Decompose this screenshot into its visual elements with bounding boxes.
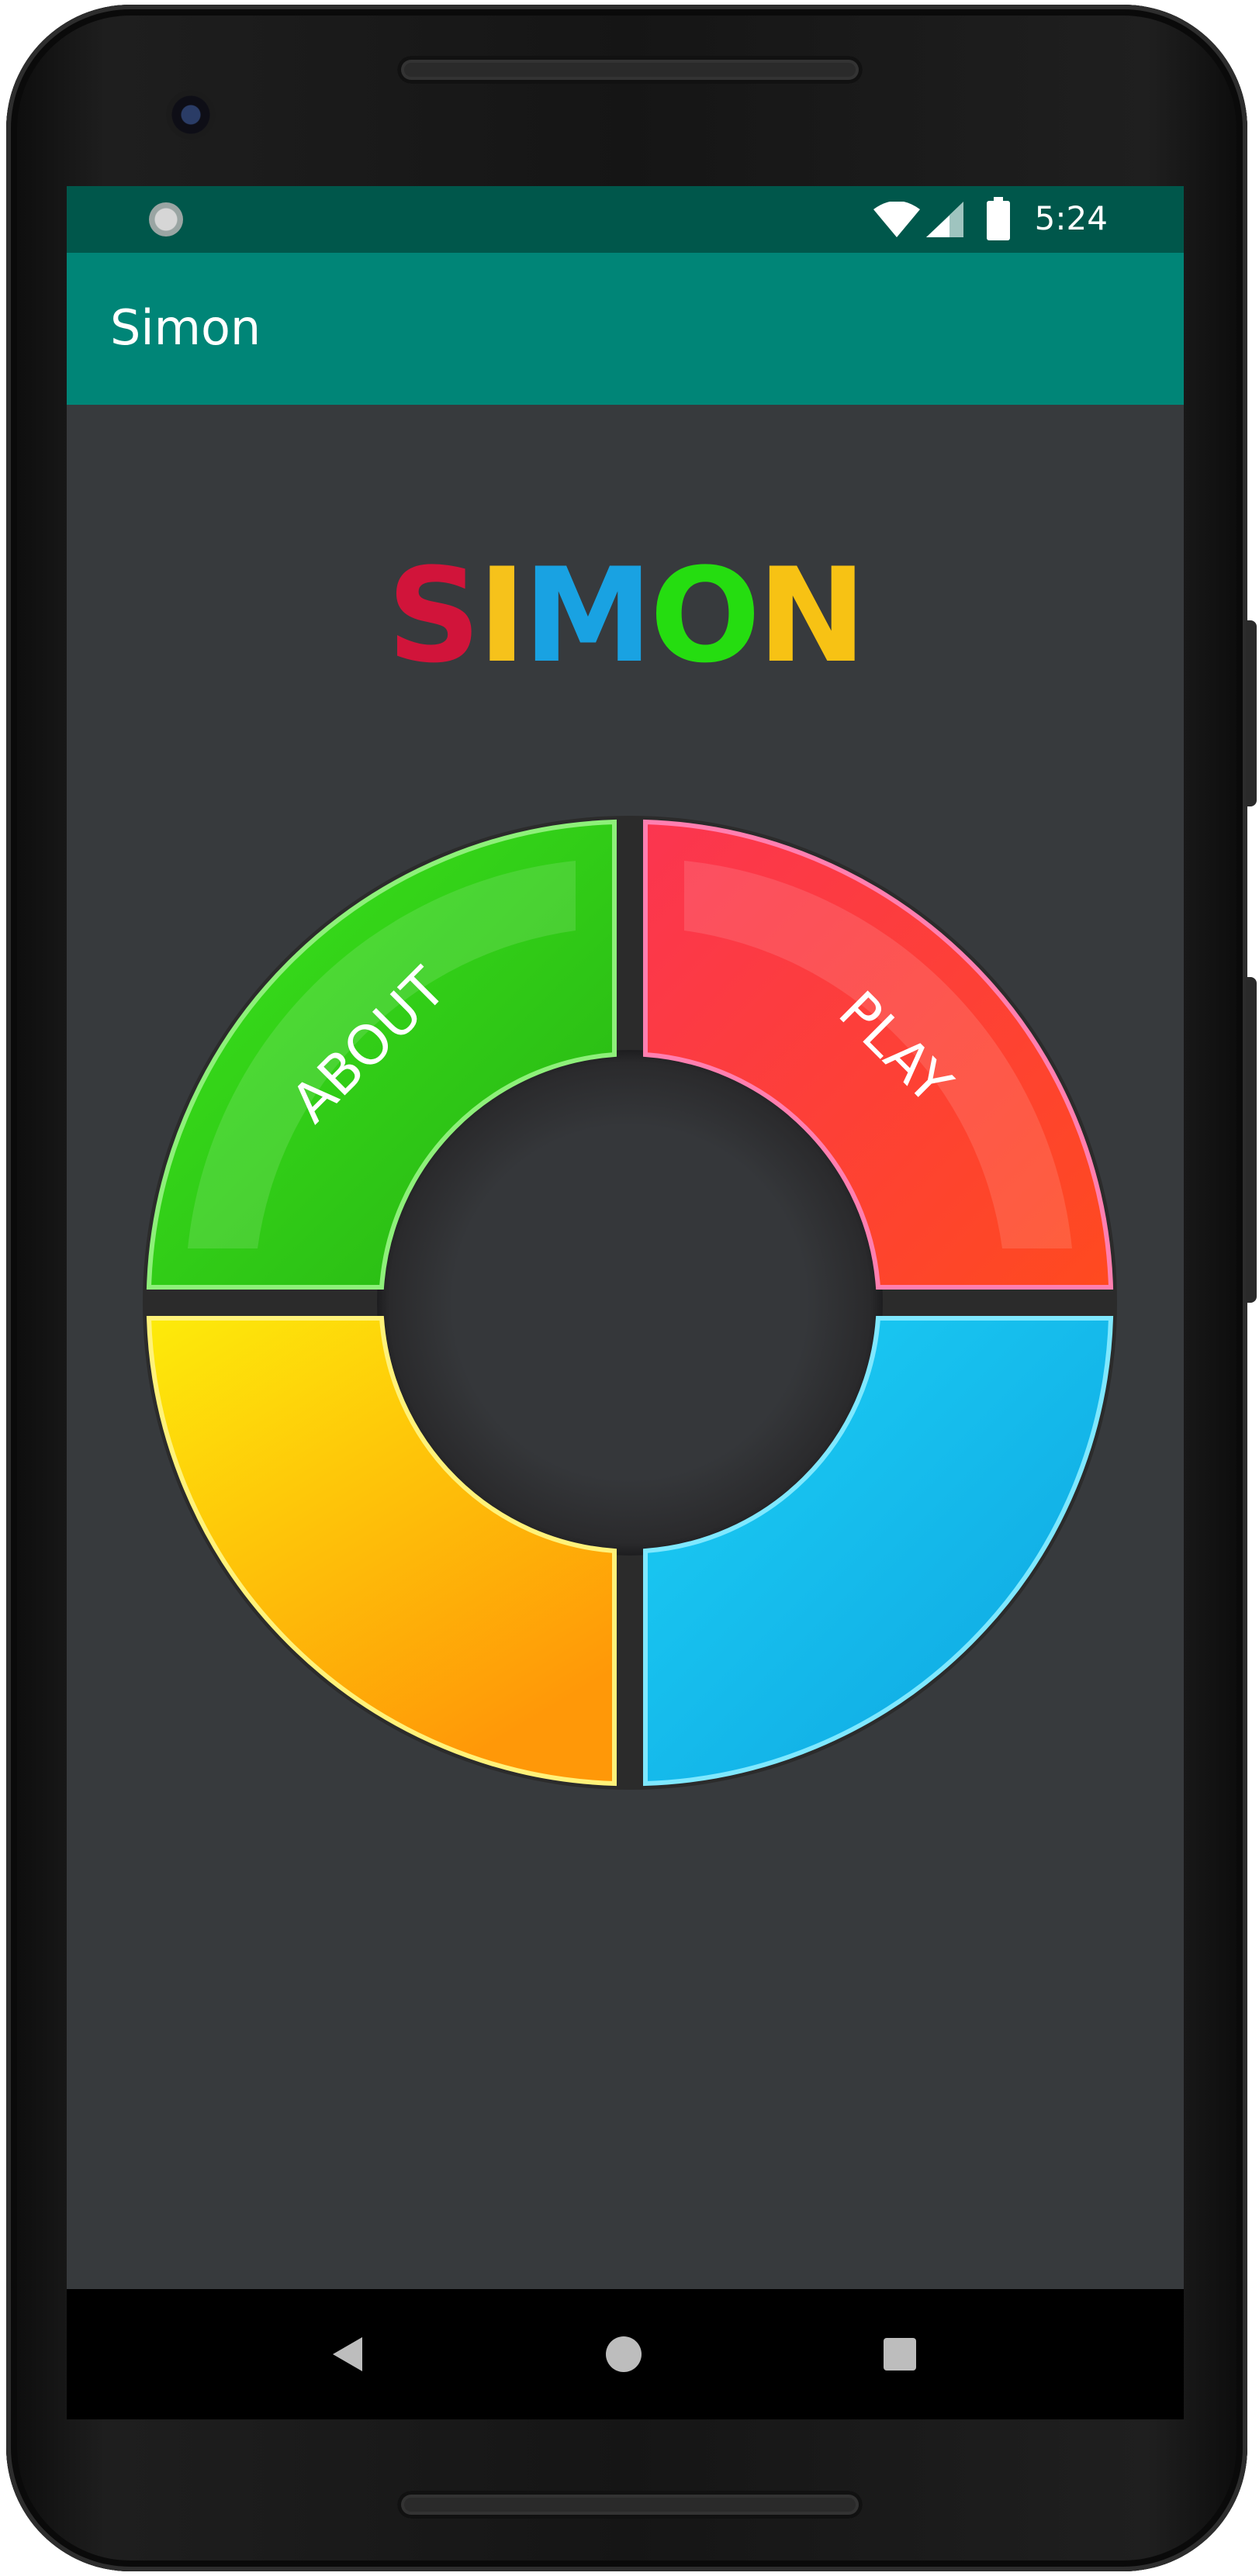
front-camera <box>166 90 216 140</box>
back-button[interactable] <box>282 2289 413 2419</box>
recents-icon <box>884 2338 916 2371</box>
app-bar: Simon <box>67 253 1184 405</box>
home-icon <box>606 2336 642 2372</box>
status-bar: 5:24 <box>67 186 1184 253</box>
nav-bar <box>67 2289 1184 2419</box>
logo-letter: M <box>523 540 652 692</box>
app-title: Simon <box>110 299 261 356</box>
cell-signal-icon <box>926 202 963 237</box>
logo-letter: I <box>477 540 526 692</box>
status-time: 5:24 <box>1034 199 1108 237</box>
battery-icon <box>987 197 1010 240</box>
home-button[interactable] <box>559 2289 689 2419</box>
back-icon <box>333 2337 362 2371</box>
logo-letter: N <box>757 540 866 692</box>
simon-logo: SIMON <box>67 551 1184 681</box>
top-speaker <box>397 56 863 84</box>
power-button <box>1246 620 1257 806</box>
simon-board: ABOUT PLAY <box>143 816 1117 1790</box>
logo-letter: O <box>649 540 761 692</box>
screen: 5:24 Simon SIMON ABOUT PLAY <box>67 186 1184 2419</box>
wifi-icon <box>873 202 920 237</box>
recents-button[interactable] <box>835 2289 965 2419</box>
sync-icon <box>149 202 183 237</box>
logo-letter: S <box>386 540 481 692</box>
volume-button <box>1246 977 1257 1303</box>
bottom-speaker <box>397 2491 863 2519</box>
